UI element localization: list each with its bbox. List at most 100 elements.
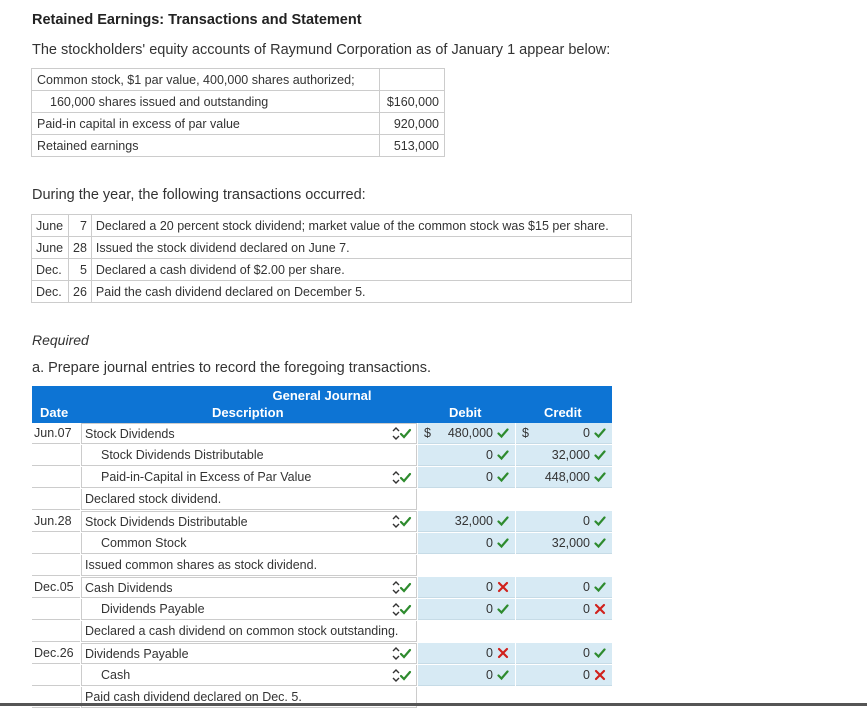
journal-date: [32, 489, 80, 510]
debit-dollar-sign: $: [424, 426, 431, 440]
debit-input[interactable]: 0: [418, 643, 515, 664]
account-select[interactable]: Dividends Payable: [81, 599, 417, 620]
col-credit: Credit: [544, 405, 582, 420]
cross-icon: [594, 669, 606, 681]
check-icon: [497, 538, 509, 549]
account-name: Stock Dividends Distributable: [85, 515, 248, 529]
journal-row: Jun.07 Stock Dividends 480,000 0 $ $: [32, 423, 612, 445]
account-select[interactable]: Cash Dividends: [81, 577, 417, 598]
check-icon: [594, 582, 606, 593]
transaction-row: June 7 Declared a 20 percent stock divid…: [31, 214, 632, 237]
credit-value: 0: [583, 668, 590, 682]
credit-input[interactable]: 0: [516, 599, 612, 620]
debit-value: 480,000: [447, 426, 493, 440]
dropdown-updown-icon[interactable]: [391, 646, 415, 661]
transaction-day: 7: [68, 214, 92, 237]
account-name: Stock Dividends: [85, 427, 175, 441]
transaction-text: Declared a cash dividend of $2.00 per sh…: [90, 258, 632, 281]
check-icon: [497, 516, 509, 527]
debit-value: 0: [486, 448, 493, 462]
dropdown-updown-icon[interactable]: [391, 602, 415, 617]
account-name: Cash Dividends: [85, 581, 173, 595]
transaction-day: 28: [68, 236, 92, 259]
debit-input[interactable]: 0: [418, 467, 515, 488]
account-select[interactable]: Dividends Payable: [81, 643, 417, 664]
journal-date: Dec.26: [32, 643, 80, 664]
account-select[interactable]: Stock Dividends Distributable: [81, 445, 417, 466]
credit-input[interactable]: 32,000: [516, 533, 612, 554]
check-icon: [594, 450, 606, 461]
question-a: a. Prepare journal entries to record the…: [32, 360, 431, 376]
journal-date: [32, 621, 80, 642]
credit-dollar-sign: $: [522, 426, 529, 440]
dropdown-updown-icon[interactable]: [391, 426, 415, 441]
journal-date: [32, 555, 80, 576]
transaction-text: Declared a 20 percent stock dividend; ma…: [90, 214, 632, 237]
check-icon: [497, 428, 509, 439]
account-select[interactable]: Cash: [81, 665, 417, 686]
check-icon: [497, 472, 509, 483]
debit-input[interactable]: 480,000: [418, 423, 515, 444]
credit-value: 0: [583, 580, 590, 594]
credit-input[interactable]: 0: [516, 511, 612, 532]
journal-date: [32, 665, 80, 686]
account-name: Common Stock: [101, 536, 187, 550]
debit-input[interactable]: 0: [418, 665, 515, 686]
credit-input[interactable]: 0: [516, 665, 612, 686]
equity-line2: 160,000 shares issued and outstanding: [31, 90, 380, 113]
credit-value: 0: [583, 514, 590, 528]
journal-row: Dividends Payable 0 0: [32, 599, 612, 621]
account-name: Dividends Payable: [85, 647, 189, 661]
cross-icon: [497, 581, 509, 593]
debit-value: 0: [486, 580, 493, 594]
journal-narration: Declared a cash dividend on common stock…: [81, 621, 417, 642]
equity-value: 513,000: [379, 134, 445, 157]
required-label: Required: [32, 332, 89, 348]
account-select[interactable]: Common Stock: [81, 533, 417, 554]
equity-line2-value: $160,000: [379, 90, 445, 113]
intro-text: The stockholders' equity accounts of Ray…: [32, 42, 611, 58]
check-icon: [594, 428, 606, 439]
journal-body: Jun.07 Stock Dividends 480,000 0 $ $ Stock Div…: [32, 423, 612, 709]
check-icon: [497, 670, 509, 681]
account-select[interactable]: Stock Dividends: [81, 423, 417, 444]
dropdown-updown-icon[interactable]: [391, 580, 415, 595]
dropdown-updown-icon[interactable]: [391, 668, 415, 683]
credit-value: 0: [583, 602, 590, 616]
debit-value: 0: [486, 470, 493, 484]
credit-value: 32,000: [551, 536, 590, 550]
credit-input[interactable]: 448,000: [516, 467, 612, 488]
journal-narration: Declared stock dividend.: [81, 489, 417, 510]
transaction-row: June 28 Issued the stock dividend declar…: [31, 236, 632, 259]
account-name: Stock Dividends Distributable: [101, 448, 264, 462]
transaction-row: Dec. 5 Declared a cash dividend of $2.00…: [31, 258, 632, 281]
debit-input[interactable]: 0: [418, 599, 515, 620]
equity-value: 920,000: [379, 112, 445, 135]
debit-input[interactable]: 0: [418, 445, 515, 466]
debit-input[interactable]: 0: [418, 577, 515, 598]
transaction-month: June: [31, 214, 69, 237]
transaction-day: 5: [68, 258, 92, 281]
debit-value: 32,000: [454, 514, 493, 528]
dropdown-updown-icon[interactable]: [391, 514, 415, 529]
credit-input[interactable]: 32,000: [516, 445, 612, 466]
journal-row: Stock Dividends Distributable 0 32,000: [32, 445, 612, 467]
journal-date: [32, 445, 80, 466]
transaction-day: 26: [68, 280, 92, 303]
credit-input[interactable]: 0: [516, 643, 612, 664]
dropdown-updown-icon[interactable]: [391, 470, 415, 485]
debit-input[interactable]: 32,000: [418, 511, 515, 532]
debit-value: 0: [486, 668, 493, 682]
transaction-month: Dec.: [31, 280, 69, 303]
debit-input[interactable]: 0: [418, 533, 515, 554]
equity-table: Common stock, $1 par value, 400,000 shar…: [31, 68, 445, 157]
check-icon: [594, 648, 606, 659]
credit-input[interactable]: 0: [516, 423, 612, 444]
cross-icon: [594, 603, 606, 615]
credit-input[interactable]: 0: [516, 577, 612, 598]
debit-value: 0: [486, 646, 493, 660]
account-select[interactable]: Stock Dividends Distributable: [81, 511, 417, 532]
check-icon: [594, 538, 606, 549]
account-select[interactable]: Paid-in-Capital in Excess of Par Value: [81, 467, 417, 488]
equity-label: Retained earnings: [31, 134, 380, 157]
